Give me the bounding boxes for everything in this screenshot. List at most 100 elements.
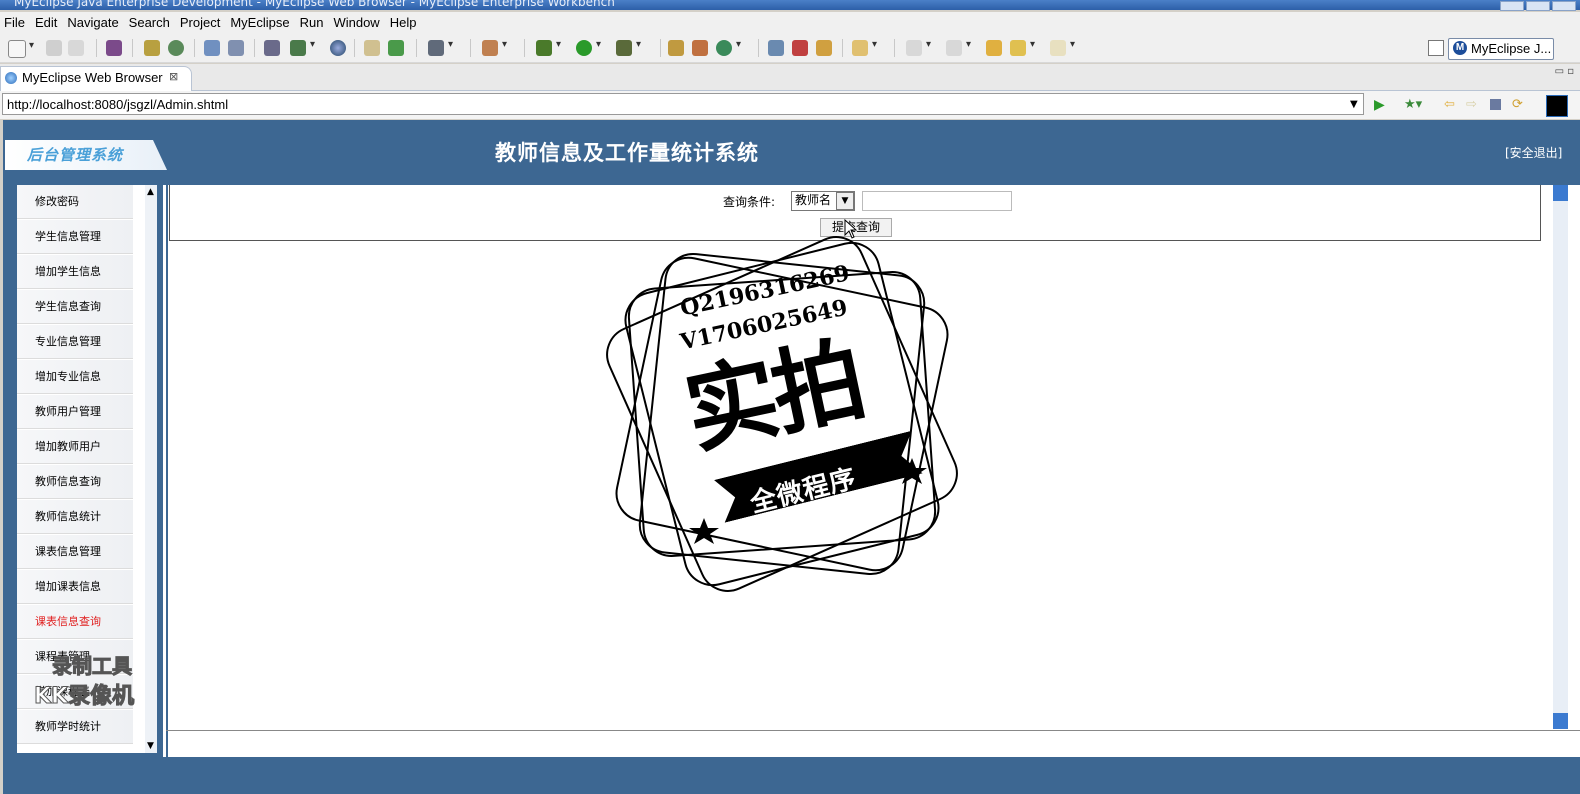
query-field-select[interactable]: 教师名 ▼ [791,191,855,211]
logout-link[interactable]: [安全退出] [1505,144,1562,161]
open-perspective-icon[interactable] [1428,40,1444,56]
next-annotation-icon[interactable] [906,39,931,56]
browser-forward-icon[interactable]: ⇨ [1466,97,1480,112]
site-title: 教师信息及工作量统计系统 [495,140,759,165]
content-scroll-up-icon[interactable] [1553,185,1568,201]
watermark-stamp: Q2196316269 V1706025649 实拍 全微程序 [596,230,968,598]
editor-tab-row [0,64,1580,91]
menu-run[interactable]: Run [296,12,330,32]
browser-refresh-icon[interactable]: ⟳ [1512,97,1526,112]
sidebar-item-teacher-stats[interactable]: 教师信息统计 [17,500,133,534]
window-title: MyEclipse Java Enterprise Development - … [14,0,615,9]
folder-icon[interactable] [816,40,832,56]
menu-window[interactable]: Window [329,12,385,32]
chevron-down-icon: ▼ [836,192,854,210]
sidebar-item-major-manage[interactable]: 专业信息管理 [17,325,133,359]
query-label: 查询条件: [723,195,776,209]
web-project-icon[interactable] [264,40,280,56]
prev-annotation-icon[interactable] [946,39,971,56]
url-dropdown-icon[interactable]: ▼ [1350,99,1358,110]
close-window-button[interactable] [1552,1,1576,11]
sidebar-item-teacher-query[interactable]: 教师信息查询 [17,465,133,499]
recorder-line1: 录制工具 [52,654,133,679]
site-logo: 后台管理系统 [5,140,167,170]
build-icon[interactable] [144,40,160,56]
close-tab-icon[interactable]: ⊠ [169,70,178,83]
sidebar-item-add-teacher-user[interactable]: 增加教师用户 [17,430,133,464]
menu-edit[interactable]: Edit [31,12,63,32]
go-icon[interactable]: ▶ [1374,97,1388,113]
sidebar-item-add-student[interactable]: 增加学生信息 [17,255,133,289]
minimize-button[interactable] [1500,1,1524,11]
content-scroll-down-icon[interactable] [1553,713,1568,729]
browser-back-icon[interactable]: ⇦ [1444,97,1458,112]
package-icon[interactable] [668,40,684,56]
editor-tab-web-browser[interactable]: MyEclipse Web Browser ⊠ [0,66,192,91]
debug-icon[interactable] [536,39,561,56]
run-on-server-icon[interactable] [290,39,315,56]
scroll-up-icon[interactable]: ▲ [147,187,154,197]
query-select-value: 教师名 [795,193,832,207]
server-icon[interactable] [168,40,184,56]
last-edit-icon[interactable] [986,40,1002,56]
globe-icon[interactable] [330,40,346,56]
scroll-down-icon[interactable]: ▼ [147,741,154,751]
site-footer [3,757,1580,794]
sidebar-item-change-password[interactable]: 修改密码 [17,185,133,219]
sidebar-item-add-major[interactable]: 增加专业信息 [17,360,133,394]
recorder-watermark: 录制工具 KK录像机 [32,650,168,710]
open-task-icon[interactable] [852,39,877,56]
open-type-icon[interactable] [204,40,220,56]
myeclipse-icon: M [1453,41,1467,55]
content-divider [166,730,1580,731]
perspective-label: MyEclipse J... [1471,41,1552,56]
sidebar-item-teacher-user-manage[interactable]: 教师用户管理 [17,395,133,429]
favorites-icon[interactable]: ★▾ [1404,97,1422,112]
menu-help[interactable]: Help [386,12,423,32]
window-title-bar: MyEclipse Java Enterprise Development - … [0,0,1580,10]
forward-icon[interactable] [1050,39,1075,56]
query-input[interactable] [862,191,1012,211]
run-icon[interactable] [576,39,601,56]
menu-project[interactable]: Project [176,12,226,32]
refresh-deploy-icon[interactable] [388,40,404,56]
back-icon[interactable] [1010,39,1035,56]
new-class-icon[interactable] [716,39,741,56]
editor-tab-label: MyEclipse Web Browser [22,70,163,85]
search-icon[interactable] [228,40,244,56]
rocket-icon[interactable] [792,40,808,56]
new-icon[interactable] [8,40,34,58]
menu-search[interactable]: Search [125,12,176,32]
stop-icon[interactable] [1490,99,1501,110]
url-input[interactable]: http://localhost:8080/jsgzl/Admin.shtml [2,93,1364,115]
logo-text: 后台管理系统 [27,146,124,164]
sidebar-item-schedule-manage[interactable]: 课表信息管理 [17,535,133,569]
menu-myeclipse[interactable]: MyEclipse [226,12,295,32]
save-icon[interactable] [46,40,62,56]
browser-globe-icon [5,72,17,84]
screenshot-icon[interactable] [428,39,453,56]
external-tools-icon[interactable] [616,39,641,56]
print-icon[interactable] [68,40,84,56]
new-wizard-icon[interactable] [482,39,507,56]
deploy-icon[interactable] [106,40,122,56]
sidebar-item-student-manage[interactable]: 学生信息管理 [17,220,133,254]
class-icon[interactable] [692,40,708,56]
team-icon[interactable] [768,40,784,56]
site-header: 后台管理系统 教师信息及工作量统计系统 [安全退出] [3,120,1580,185]
open-folder-icon[interactable] [364,40,380,56]
sidebar-item-student-query[interactable]: 学生信息查询 [17,290,133,324]
menu-file[interactable]: File [0,12,31,32]
console-icon[interactable] [1546,95,1568,117]
menu-navigate[interactable]: Navigate [63,12,124,32]
perspective-switcher[interactable]: M MyEclipse J... [1448,38,1554,60]
view-minmax-icons[interactable]: ▭ ▫ [1555,66,1574,77]
menu-bar: File Edit Navigate Search Project MyEclipse Ru… [0,12,1580,34]
main-toolbar [0,34,1580,63]
content-scrollbar[interactable] [1552,185,1569,729]
sidebar-item-schedule-query[interactable]: 课表信息查询 [17,605,133,639]
sidebar-item-add-schedule[interactable]: 增加课表信息 [17,570,133,604]
recorder-line2: KK录像机 [33,684,135,710]
sidebar-item-teacher-hours-stats[interactable]: 教师学时统计 [17,710,133,744]
maximize-button[interactable] [1526,1,1550,11]
